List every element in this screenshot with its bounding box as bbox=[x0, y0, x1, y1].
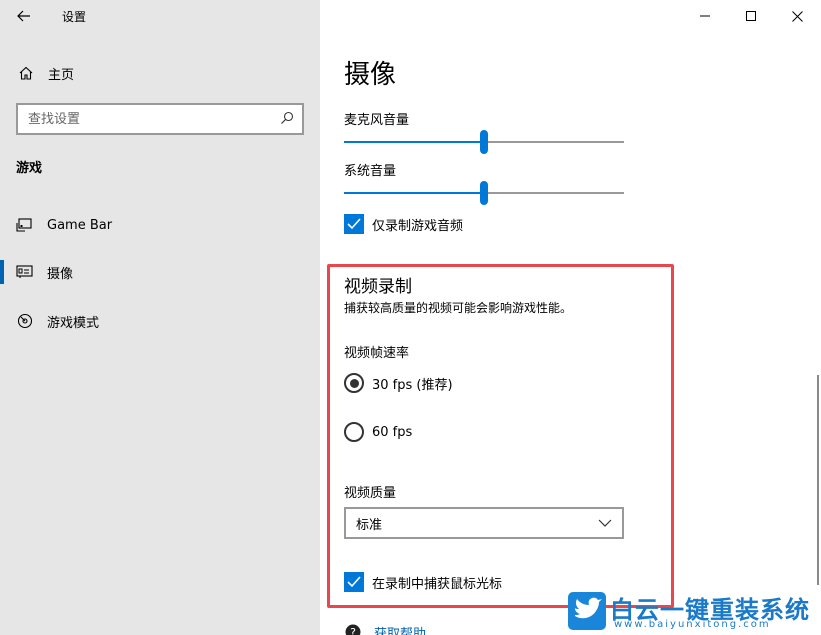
game-bar-icon bbox=[16, 216, 34, 234]
close-icon bbox=[791, 10, 803, 22]
chevron-down-icon bbox=[598, 519, 612, 527]
watermark: 白云一键重装系统 www.baiyunxitong.com bbox=[568, 590, 821, 635]
scrollbar[interactable] bbox=[817, 375, 819, 585]
minimize-button[interactable] bbox=[682, 0, 728, 32]
checkmark-icon bbox=[344, 572, 364, 592]
video-section-title: 视频录制 bbox=[344, 277, 412, 297]
quality-label: 视频质量 bbox=[344, 486, 397, 501]
back-button[interactable] bbox=[12, 4, 36, 28]
home-icon bbox=[17, 64, 35, 82]
frame-rate-label: 视频帧速率 bbox=[344, 346, 410, 361]
svg-text:?: ? bbox=[350, 626, 356, 635]
nav-item-label: 游戏模式 bbox=[47, 315, 100, 331]
nav-item-capture[interactable]: 摄像 bbox=[0, 256, 320, 288]
radio-30fps[interactable]: 30 fps (推荐) bbox=[344, 373, 453, 393]
get-help-label: 获取帮助 bbox=[374, 626, 427, 635]
minimize-icon bbox=[700, 15, 710, 17]
game-audio-only-checkbox[interactable]: 仅录制游戏音频 bbox=[344, 214, 463, 234]
search-input[interactable] bbox=[28, 111, 258, 127]
game-mode-icon bbox=[16, 312, 34, 330]
radio-label: 60 fps bbox=[372, 424, 413, 440]
radio-label: 30 fps (推荐) bbox=[372, 377, 453, 393]
nav-item-label: 摄像 bbox=[47, 266, 74, 282]
nav-pane: 设置 主页 游戏 Game Bar 摄像 游戏模式 bbox=[0, 0, 320, 635]
back-arrow-icon bbox=[17, 10, 30, 22]
checkbox-label: 在录制中捕获鼠标光标 bbox=[372, 576, 503, 592]
slider-thumb[interactable] bbox=[480, 130, 488, 154]
radio-60fps[interactable]: 60 fps bbox=[344, 422, 412, 442]
close-button[interactable] bbox=[774, 0, 820, 32]
radio-circle bbox=[344, 422, 364, 442]
system-volume-slider[interactable] bbox=[344, 181, 624, 205]
get-help-link[interactable]: ? 获取帮助 bbox=[344, 622, 426, 635]
app-title: 设置 bbox=[62, 10, 87, 24]
radio-circle bbox=[344, 373, 364, 393]
nav-item-game-bar[interactable]: Game Bar bbox=[0, 209, 320, 241]
slider-fill bbox=[344, 192, 484, 194]
quality-select[interactable]: 标准 bbox=[344, 507, 624, 539]
page-title: 摄像 bbox=[344, 60, 397, 90]
watermark-url: www.baiyunxitong.com bbox=[614, 619, 771, 630]
checkmark-icon bbox=[344, 214, 364, 234]
bird-logo-icon bbox=[568, 592, 606, 630]
capture-cursor-checkbox[interactable]: 在录制中捕获鼠标光标 bbox=[344, 572, 502, 592]
mic-volume-slider[interactable] bbox=[344, 130, 624, 154]
video-section-description: 捕获较高质量的视频可能会影响游戏性能。 bbox=[344, 301, 573, 315]
nav-section-heading: 游戏 bbox=[16, 161, 43, 176]
system-volume-label: 系统音量 bbox=[344, 164, 397, 179]
capture-icon bbox=[16, 263, 34, 281]
search-icon[interactable] bbox=[280, 110, 294, 129]
nav-item-game-mode[interactable]: 游戏模式 bbox=[0, 305, 320, 337]
quality-select-value: 标准 bbox=[356, 517, 383, 533]
nav-item-label: Game Bar bbox=[47, 217, 113, 233]
slider-fill bbox=[344, 141, 484, 143]
nav-home[interactable]: 主页 bbox=[0, 58, 320, 88]
radio-dot bbox=[349, 378, 359, 388]
slider-thumb[interactable] bbox=[480, 181, 488, 205]
nav-home-label: 主页 bbox=[48, 67, 75, 83]
mic-volume-label: 麦克风音量 bbox=[344, 113, 410, 128]
maximize-icon bbox=[746, 11, 756, 21]
checkbox-label: 仅录制游戏音频 bbox=[372, 218, 464, 234]
search-box[interactable] bbox=[16, 103, 304, 135]
maximize-button[interactable] bbox=[728, 0, 774, 32]
help-icon: ? bbox=[345, 624, 361, 635]
